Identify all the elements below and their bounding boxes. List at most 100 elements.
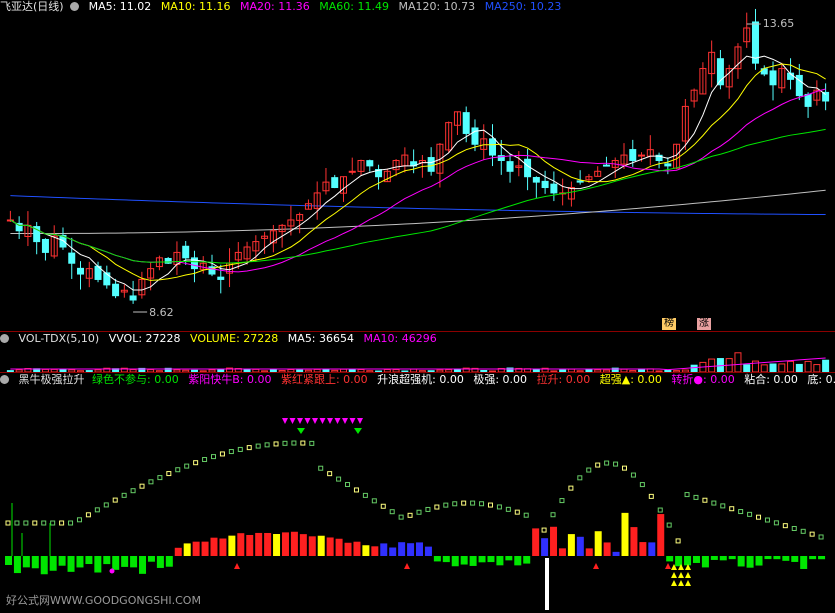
candle-body	[427, 157, 435, 172]
indicator-bar	[398, 542, 406, 556]
wave-dot	[202, 457, 208, 463]
indicator-bar	[630, 527, 638, 556]
wave-dot	[666, 522, 672, 528]
candle-body	[41, 238, 49, 253]
indicator-bar	[67, 556, 75, 572]
wave-dot	[282, 440, 288, 446]
magenta-down-marker	[357, 418, 363, 424]
volume-bar	[734, 352, 742, 372]
candle-body	[129, 295, 137, 301]
ma60-line	[10, 128, 826, 264]
candle-body	[217, 276, 225, 280]
wave-dot	[166, 471, 172, 477]
volume-ma-line	[10, 357, 826, 371]
ma10-line	[10, 63, 826, 281]
indicator-bar	[49, 556, 57, 571]
indicator-bar	[692, 556, 700, 563]
indicator-bar	[174, 547, 182, 556]
wave-dot	[470, 500, 476, 506]
wave-dot	[264, 442, 270, 448]
wave-dot	[434, 504, 440, 510]
indicator-bar	[139, 556, 147, 574]
wave-dot	[246, 445, 252, 451]
indicator-bar	[281, 532, 289, 556]
wave-dot	[773, 520, 779, 526]
wave-dot	[345, 482, 351, 488]
wave-dot	[219, 451, 225, 457]
wave-dot	[309, 440, 315, 446]
indicator-bar	[523, 556, 531, 564]
red-triangle-marker	[234, 563, 240, 569]
indicator-bar	[147, 556, 155, 562]
volume-bar	[743, 364, 751, 372]
indicator-bar	[264, 532, 272, 556]
white-vertical-bar	[545, 558, 549, 610]
yellow-triangle-marker	[685, 572, 691, 578]
wave-dot	[800, 528, 806, 534]
wave-dot	[425, 506, 431, 512]
volume-bar	[813, 364, 821, 372]
wave-dot	[505, 506, 511, 512]
indicator-bar	[22, 556, 30, 568]
wave-dot	[523, 512, 529, 518]
candle-body	[541, 180, 549, 189]
indicator-bar	[183, 543, 191, 556]
candle-body	[77, 267, 85, 275]
indicator-bar	[487, 556, 495, 563]
wave-dot	[818, 534, 824, 540]
volume-bar	[708, 358, 716, 372]
candle-body	[532, 177, 540, 183]
indicator-bar	[371, 546, 379, 556]
indicator-bar	[76, 556, 84, 568]
wave-dot	[139, 483, 145, 489]
indicator-bar	[237, 533, 245, 556]
price-chart[interactable]: 13.65 8.62	[0, 0, 835, 330]
indicator-bar	[255, 532, 263, 556]
indicator-pane[interactable]: 黑牛极强拉升 绿色不参与: 0.00 紫阳快牛B: 0.00 紫红紧跟上: 0.…	[0, 373, 835, 613]
indicator-bar	[639, 542, 647, 556]
volume-pane[interactable]: VOL-TDX(5,10) VVOL: 27228 VOLUME: 27228 …	[0, 332, 835, 372]
indicator-bar	[478, 556, 486, 563]
indicator-bar	[273, 534, 281, 556]
wave-dot	[702, 497, 708, 503]
wave-dot	[255, 443, 261, 449]
indicator-bar	[728, 556, 736, 560]
candle-body	[331, 177, 339, 189]
wave-dot	[487, 502, 493, 508]
green-down-marker	[354, 428, 362, 434]
indicator-bar	[710, 556, 718, 560]
indicator-bar	[576, 536, 584, 556]
wave-dot	[684, 492, 690, 498]
indicator-bar	[648, 542, 656, 556]
wave-dot	[327, 471, 333, 477]
wave-dot	[577, 475, 583, 481]
indicator-bar	[130, 556, 138, 568]
yellow-triangle-marker	[678, 580, 684, 586]
indicator-chart[interactable]	[0, 373, 835, 613]
indicator-bar	[782, 556, 790, 561]
wave-dot	[747, 511, 753, 517]
magenta-down-marker	[334, 418, 341, 424]
volume-bar	[795, 363, 803, 372]
candle-body	[366, 160, 374, 167]
indicator-bar	[621, 512, 629, 556]
candle-body	[182, 245, 190, 259]
wave-dot	[675, 538, 681, 544]
wave-dot	[496, 504, 502, 510]
indicator-bar	[496, 556, 504, 566]
indicator-bar	[362, 545, 370, 556]
wave-dot	[559, 498, 565, 504]
price-pane[interactable]: 飞亚达(日线) MA5: 11.02 MA10: 11.16 MA20: 11.…	[0, 0, 835, 330]
wave-dot	[76, 517, 82, 523]
wave-dot	[175, 467, 181, 473]
wave-dot	[452, 501, 458, 507]
indicator-bar	[612, 551, 620, 556]
indicator-bar	[103, 556, 111, 565]
magenta-down-marker	[282, 418, 288, 424]
indicator-bar	[246, 534, 254, 556]
yellow-triangle-marker	[671, 572, 677, 578]
wave-dot	[541, 527, 547, 533]
indicator-bar	[380, 543, 388, 556]
red-triangle-marker	[404, 563, 410, 569]
volume-chart[interactable]	[0, 332, 835, 372]
